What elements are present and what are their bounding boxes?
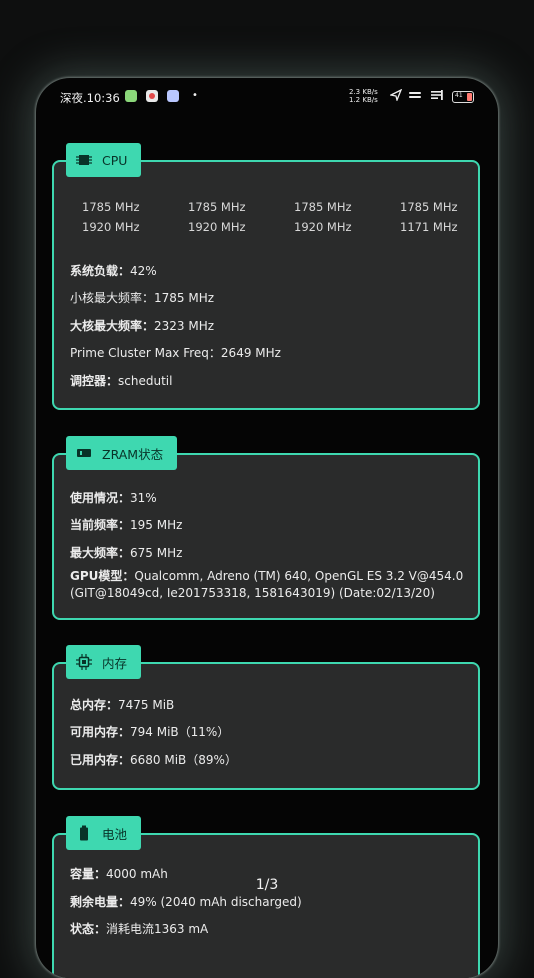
memory-card: 内存 总内存：7475 MiB 可用内存：794 MiB（11%） 已用内存：6… — [52, 645, 480, 790]
battery-remaining-row: 剩余电量：49% (2040 mAh discharged) — [70, 895, 302, 909]
core-freq: 1920 MHz — [82, 220, 140, 234]
zram-card: ZRAM状态 使用情况：31% 当前频率：195 MHz 最大频率：675 MH… — [52, 436, 480, 620]
cpu-core-freq-grid: 1785 MHz 1785 MHz 1785 MHz 1785 MHz 1920… — [68, 200, 468, 234]
cpu-card: CPU 1785 MHz 1785 MHz 1785 MHz 1785 MHz … — [52, 143, 480, 410]
app-notification-icon — [167, 90, 179, 102]
battery-icon — [80, 825, 88, 841]
battery-state-row: 状态：消耗电流1363 mA — [70, 922, 209, 936]
battery-card: 电池 容量：4000 mAh 剩余电量：49% (2040 mAh discha… — [52, 816, 480, 978]
network-speed: 2.3 KB/s 1.2 KB/s — [349, 88, 378, 104]
battery-card-tag: 电池 — [66, 816, 142, 850]
core-freq: 1785 MHz — [188, 200, 246, 214]
small-core-max-row: 小核最大频率：1785 MHz — [70, 291, 215, 305]
core-freq: 1920 MHz — [294, 220, 352, 234]
core-freq: 1785 MHz — [82, 200, 140, 214]
zram-card-tag: ZRAM状态 — [66, 436, 178, 470]
more-notifications-dot: • — [192, 90, 198, 101]
battery-icon: 41 — [452, 91, 474, 103]
chip-icon — [76, 654, 92, 670]
core-freq: 1920 MHz — [188, 220, 246, 234]
status-time: 深夜.10:36 — [60, 91, 120, 105]
battery-card-title: 电池 — [102, 826, 128, 842]
dnd-icon — [409, 92, 421, 98]
signal-icon — [431, 90, 443, 100]
cpu-chip-icon — [76, 155, 92, 165]
app-notification-icon — [146, 90, 158, 102]
cpu-card-tag: CPU — [66, 143, 142, 177]
zram-card-title: ZRAM状态 — [102, 446, 164, 462]
cpu-card-title: CPU — [102, 152, 128, 168]
zram-current-freq-row: 当前频率：195 MHz — [70, 518, 183, 532]
app-notification-icon — [125, 90, 137, 102]
memory-card-title: 内存 — [102, 655, 128, 671]
zram-usage-row: 使用情况：31% — [70, 491, 157, 505]
core-freq: 1785 MHz — [294, 200, 352, 214]
core-freq: 1171 MHz — [400, 220, 458, 234]
phone-screen: 深夜.10:36 • 2.3 KB/s 1.2 KB/s 41 CPU 1785… — [36, 78, 498, 978]
big-core-max-row: 大核最大频率：2323 MHz — [70, 319, 215, 333]
location-arrow-icon — [390, 89, 402, 101]
status-bar: 深夜.10:36 • 2.3 KB/s 1.2 KB/s 41 — [36, 78, 498, 116]
zram-max-freq-row: 最大频率：675 MHz — [70, 546, 183, 560]
cpu-load-row: 系统负载：42% — [70, 264, 157, 278]
available-memory-row: 可用内存：794 MiB（11%） — [70, 725, 230, 739]
memory-card-icon — [77, 449, 91, 457]
prime-cluster-row: Prime Cluster Max Freq：2649 MHz — [70, 346, 281, 360]
page-indicator: 1/3 — [255, 877, 279, 893]
core-freq: 1785 MHz — [400, 200, 458, 214]
gpu-model-row: GPU模型：Qualcomm, Adreno (TM) 640, OpenGL … — [70, 569, 464, 583]
governor-row: 调控器：schedutil — [70, 374, 173, 388]
gpu-model-row-2: (GIT@18049cd, Ie201753318, 1581643019) (… — [70, 586, 435, 600]
used-memory-row: 已用内存：6680 MiB（89%） — [70, 753, 237, 767]
total-memory-row: 总内存：7475 MiB — [70, 698, 175, 712]
memory-card-tag: 内存 — [66, 645, 142, 679]
